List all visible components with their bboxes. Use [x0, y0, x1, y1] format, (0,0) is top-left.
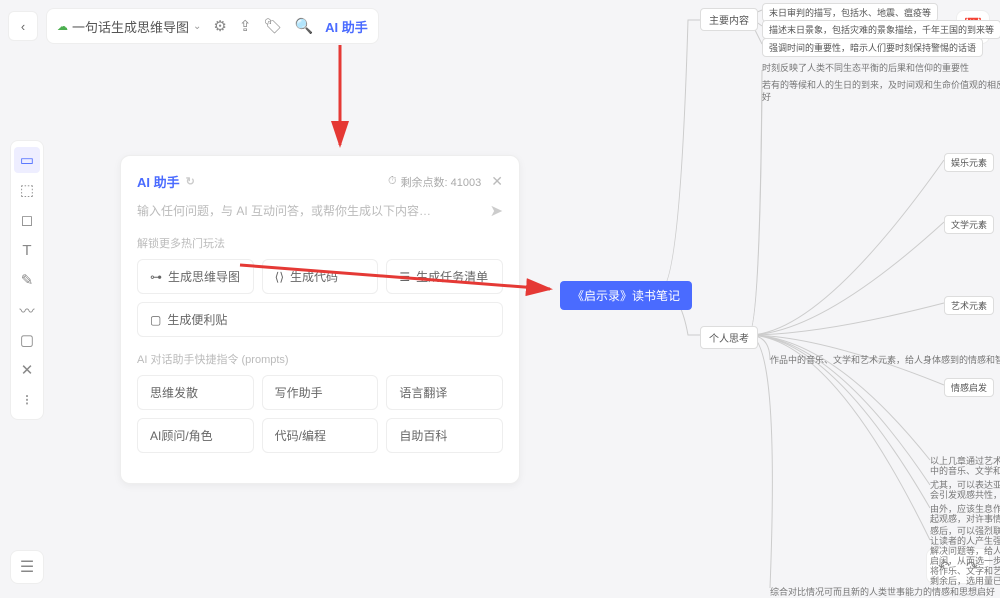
- prompt-wiki[interactable]: 自助百科: [386, 418, 503, 453]
- list-icon: ☰: [399, 270, 410, 284]
- ai-input[interactable]: [137, 204, 482, 218]
- search-icon[interactable]: 🔍: [294, 17, 313, 35]
- chevron-down-icon: ⌄: [193, 21, 201, 32]
- node-r4[interactable]: 情感启发: [944, 378, 994, 397]
- mindmap-icon: ⊶: [150, 270, 162, 284]
- hot-actions-grid: ⊶生成思维导图 ⟨⟩生成代码 ☰生成任务清单 ▢生成便利贴: [137, 259, 503, 337]
- mindmap-root-node[interactable]: 《启示录》读书笔记: [560, 281, 692, 310]
- node-personal-thought[interactable]: 个人思考: [700, 326, 758, 349]
- ai-panel-title: AI 助手 ↻: [137, 172, 195, 191]
- left-sidebar: ▭ ⬚ ◻ T ✎ 〰 ▢ ✕ ⁝: [10, 140, 44, 420]
- layers-button[interactable]: ☰: [10, 550, 44, 584]
- export-icon[interactable]: ⇪: [239, 17, 252, 35]
- action-tasklist[interactable]: ☰生成任务清单: [386, 259, 503, 294]
- points-remaining: ⏱ 剩余点数: 41003: [388, 174, 481, 190]
- tool-text[interactable]: T: [14, 237, 40, 263]
- refresh-icon[interactable]: ↻: [186, 175, 195, 188]
- settings-icon[interactable]: ⚙: [213, 17, 226, 35]
- tool-select[interactable]: ▭: [14, 147, 40, 173]
- prompt-diverge[interactable]: 思维发散: [137, 375, 254, 410]
- text-t3: 好: [762, 90, 771, 103]
- text-t6b: 会引发观感共性，引: [930, 488, 1000, 501]
- text-t1: 时刻反映了人类不同生态平衡的后果和信仰的重要性: [762, 61, 969, 74]
- tool-more[interactable]: ⁝: [14, 387, 40, 413]
- tool-frame[interactable]: ⬚: [14, 177, 40, 203]
- doc-title[interactable]: ☁ 一句话生成思维导图 ⌄: [57, 17, 201, 36]
- text-t4: 作品中的音乐、文学和艺术元素，给人身体感到的情感和智: [770, 353, 1000, 366]
- node-c2[interactable]: 描述末日景象，包括灾难的景象描绘，千年王国的到来等: [762, 20, 1000, 39]
- text-t2: 若有的等候和人的生日的到来，及时间观和生命价值观的相反观是将在读者看: [762, 78, 1000, 91]
- action-code[interactable]: ⟨⟩生成代码: [262, 259, 379, 294]
- node-main-content[interactable]: 主要内容: [700, 8, 758, 31]
- chevron-left-icon: ‹: [21, 19, 25, 34]
- back-button[interactable]: ‹: [8, 11, 38, 41]
- text-t9: 综合对比情况可而且新的人类世事能力的情感和思想启好: [770, 585, 995, 598]
- ai-panel: AI 助手 ↻ ⏱ 剩余点数: 41003 ✕ ➤ 解锁更多热门玩法 ⊶生成思维…: [120, 155, 520, 484]
- action-mindmap[interactable]: ⊶生成思维导图: [137, 259, 254, 294]
- tool-connector[interactable]: 〰: [14, 297, 40, 323]
- ai-input-row: ➤: [137, 201, 503, 221]
- node-r1[interactable]: 娱乐元素: [944, 153, 994, 172]
- prompt-writer[interactable]: 写作助手: [262, 375, 379, 410]
- tool-sticky[interactable]: ▢: [14, 327, 40, 353]
- clock-icon: ⏱: [388, 175, 397, 188]
- text-t5b: 中的音乐、文学和艺: [930, 464, 1000, 477]
- hot-actions-label: 解锁更多热门玩法: [137, 235, 503, 251]
- cloud-icon: ☁: [57, 20, 68, 33]
- prompt-translate[interactable]: 语言翻译: [386, 375, 503, 410]
- top-toolbar: ‹ ☁ 一句话生成思维导图 ⌄ ⚙ ⇪ 🏷 🔍 AI 助手: [8, 8, 379, 44]
- prompt-role[interactable]: AI顾问/角色: [137, 418, 254, 453]
- node-c3[interactable]: 强调时间的重要性，暗示人们要时刻保持警惕的话语: [762, 38, 983, 57]
- code-icon: ⟨⟩: [275, 270, 284, 284]
- prompt-coding[interactable]: 代码/编程: [262, 418, 379, 453]
- sticky-icon: ▢: [150, 313, 161, 327]
- ai-assistant-button[interactable]: AI 助手: [325, 17, 368, 36]
- node-r2[interactable]: 文学元素: [944, 215, 994, 234]
- tool-mindmap[interactable]: ✕: [14, 357, 40, 383]
- send-button[interactable]: ➤: [490, 201, 503, 221]
- tool-shape[interactable]: ◻: [14, 207, 40, 233]
- ai-panel-header: AI 助手 ↻ ⏱ 剩余点数: 41003 ✕: [137, 172, 503, 191]
- close-button[interactable]: ✕: [491, 173, 503, 190]
- node-r3[interactable]: 艺术元素: [944, 296, 994, 315]
- tool-pen[interactable]: ✎: [14, 267, 40, 293]
- action-sticky[interactable]: ▢生成便利贴: [137, 302, 503, 337]
- prompts-grid: 思维发散 写作助手 语言翻译 AI顾问/角色 代码/编程 自助百科: [137, 375, 503, 453]
- tag-icon[interactable]: 🏷: [263, 17, 282, 35]
- prompts-label: AI 对话助手快捷指令 (prompts): [137, 351, 503, 367]
- topbar-main: ☁ 一句话生成思维导图 ⌄ ⚙ ⇪ 🏷 🔍 AI 助手: [46, 8, 379, 44]
- doc-title-text: 一句话生成思维导图: [72, 17, 189, 36]
